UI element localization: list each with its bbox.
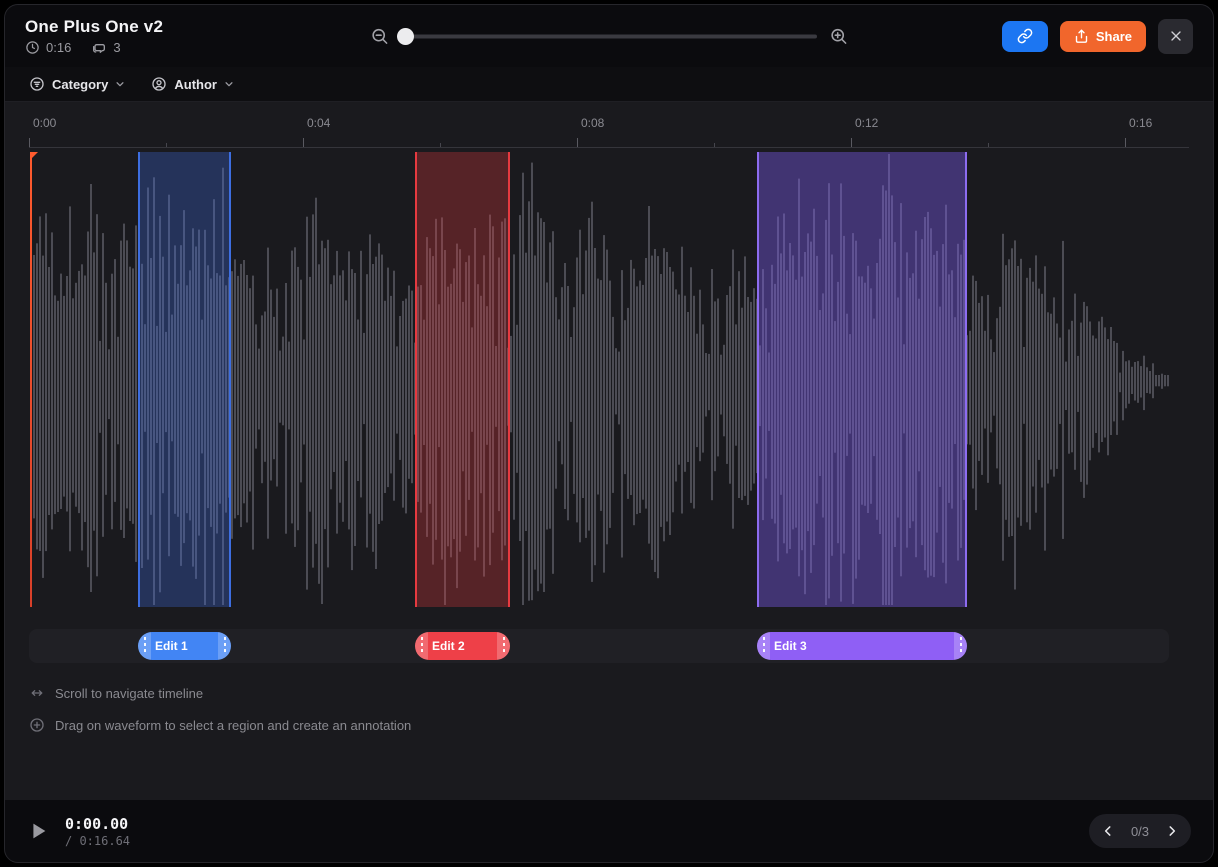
- main-area: 0:000:040:080:120:16 Edit 1Edit 2Edit 3 …: [5, 102, 1213, 800]
- current-time: 0:00.00: [65, 815, 130, 833]
- header: One Plus One v2 0:16 3: [5, 5, 1213, 67]
- copy-link-button[interactable]: [1002, 21, 1048, 52]
- comment-count: 3: [113, 40, 120, 55]
- ruler-tick-label: 0:08: [581, 116, 604, 130]
- waveform-region-2[interactable]: [415, 152, 510, 607]
- region-resize-handle-left[interactable]: [415, 632, 428, 660]
- timeline-ruler: 0:00 0:04 0:08 0:12 0:16: [29, 102, 1189, 148]
- help-row-scroll: Scroll to navigate timeline: [29, 685, 1189, 701]
- waveform[interactable]: [29, 152, 1189, 607]
- help-row-drag: Drag on waveform to select a region and …: [29, 717, 1189, 733]
- circle-plus-icon: [29, 717, 45, 733]
- ruler-tick: [166, 143, 167, 147]
- share-label: Share: [1096, 29, 1132, 44]
- time-display: 0:00.00 / 0:16.64: [65, 815, 130, 848]
- waveform-region-3[interactable]: [757, 152, 967, 607]
- ruler-tick-label: 0:16: [1129, 116, 1152, 130]
- zoom-slider[interactable]: [401, 34, 817, 38]
- ruler-tick-label: 0:04: [307, 116, 330, 130]
- close-button[interactable]: [1158, 19, 1193, 54]
- link-icon: [1017, 28, 1033, 44]
- annotation-pill-label: Edit 3: [774, 639, 807, 653]
- chevron-down-icon: [115, 79, 125, 89]
- duration-badge: 0:16: [46, 40, 71, 55]
- ruler-tick-label: 0:12: [855, 116, 878, 130]
- clock-icon: [25, 40, 40, 55]
- annotation-pill-label: Edit 2: [432, 639, 465, 653]
- ruler-tick: [714, 143, 715, 147]
- help-hints: Scroll to navigate timeline Drag on wave…: [29, 685, 1189, 733]
- waveform-region-1[interactable]: [138, 152, 231, 607]
- meta-row: 0:16 3: [25, 40, 163, 56]
- comments-icon: [91, 40, 107, 56]
- help-text: Drag on waveform to select a region and …: [55, 718, 411, 733]
- annotation-pill-3[interactable]: Edit 3: [757, 632, 967, 660]
- previous-annotation-button[interactable]: [1095, 818, 1121, 844]
- playhead[interactable]: [30, 152, 32, 607]
- total-time: / 0:16.64: [65, 834, 130, 848]
- next-annotation-button[interactable]: [1159, 818, 1185, 844]
- transport-bar: 0:00.00 / 0:16.64 0/3: [5, 800, 1213, 862]
- person-icon: [151, 76, 167, 92]
- zoom-out-button[interactable]: [370, 27, 389, 46]
- region-resize-handle-right[interactable]: [954, 632, 967, 660]
- author-label: Author: [174, 77, 217, 92]
- annotation-pill-2[interactable]: Edit 2: [415, 632, 510, 660]
- app-window: One Plus One v2 0:16 3: [4, 4, 1214, 863]
- ruler-tick-label: 0:00: [33, 116, 56, 130]
- region-resize-handle-left[interactable]: [138, 632, 151, 660]
- filter-bar: Category Author: [5, 67, 1213, 102]
- annotation-pager: 0/3: [1089, 814, 1191, 848]
- title-block: One Plus One v2 0:16 3: [25, 17, 163, 56]
- author-dropdown[interactable]: Author: [151, 76, 234, 92]
- zoom-in-button[interactable]: [829, 27, 848, 46]
- pager-count: 0/3: [1125, 824, 1155, 839]
- zoom-controls: [370, 27, 848, 46]
- filter-icon: [29, 76, 45, 92]
- close-icon: [1168, 28, 1184, 44]
- annotation-pill-label: Edit 1: [155, 639, 188, 653]
- chevron-down-icon: [224, 79, 234, 89]
- page-title: One Plus One v2: [25, 17, 163, 37]
- share-icon: [1074, 29, 1089, 44]
- play-button[interactable]: [27, 820, 49, 842]
- header-actions: Share: [1002, 19, 1193, 54]
- ruler-tick: [1125, 138, 1126, 147]
- ruler-tick: [29, 138, 30, 147]
- region-resize-handle-left[interactable]: [757, 632, 770, 660]
- ruler-tick: [303, 138, 304, 147]
- help-text: Scroll to navigate timeline: [55, 686, 203, 701]
- region-resize-handle-right[interactable]: [218, 632, 231, 660]
- region-resize-handle-right[interactable]: [497, 632, 510, 660]
- category-dropdown[interactable]: Category: [29, 76, 125, 92]
- category-label: Category: [52, 77, 108, 92]
- ruler-tick: [851, 138, 852, 147]
- ruler-tick: [988, 143, 989, 147]
- ruler-tick: [440, 143, 441, 147]
- annotation-pill-1[interactable]: Edit 1: [138, 632, 231, 660]
- arrows-horizontal-icon: [29, 685, 45, 701]
- share-button[interactable]: Share: [1060, 21, 1146, 52]
- ruler-tick: [577, 138, 578, 147]
- zoom-slider-handle[interactable]: [397, 28, 414, 45]
- annotation-track: Edit 1 Edit 2 Edit 3: [29, 629, 1169, 663]
- play-icon: [27, 820, 49, 842]
